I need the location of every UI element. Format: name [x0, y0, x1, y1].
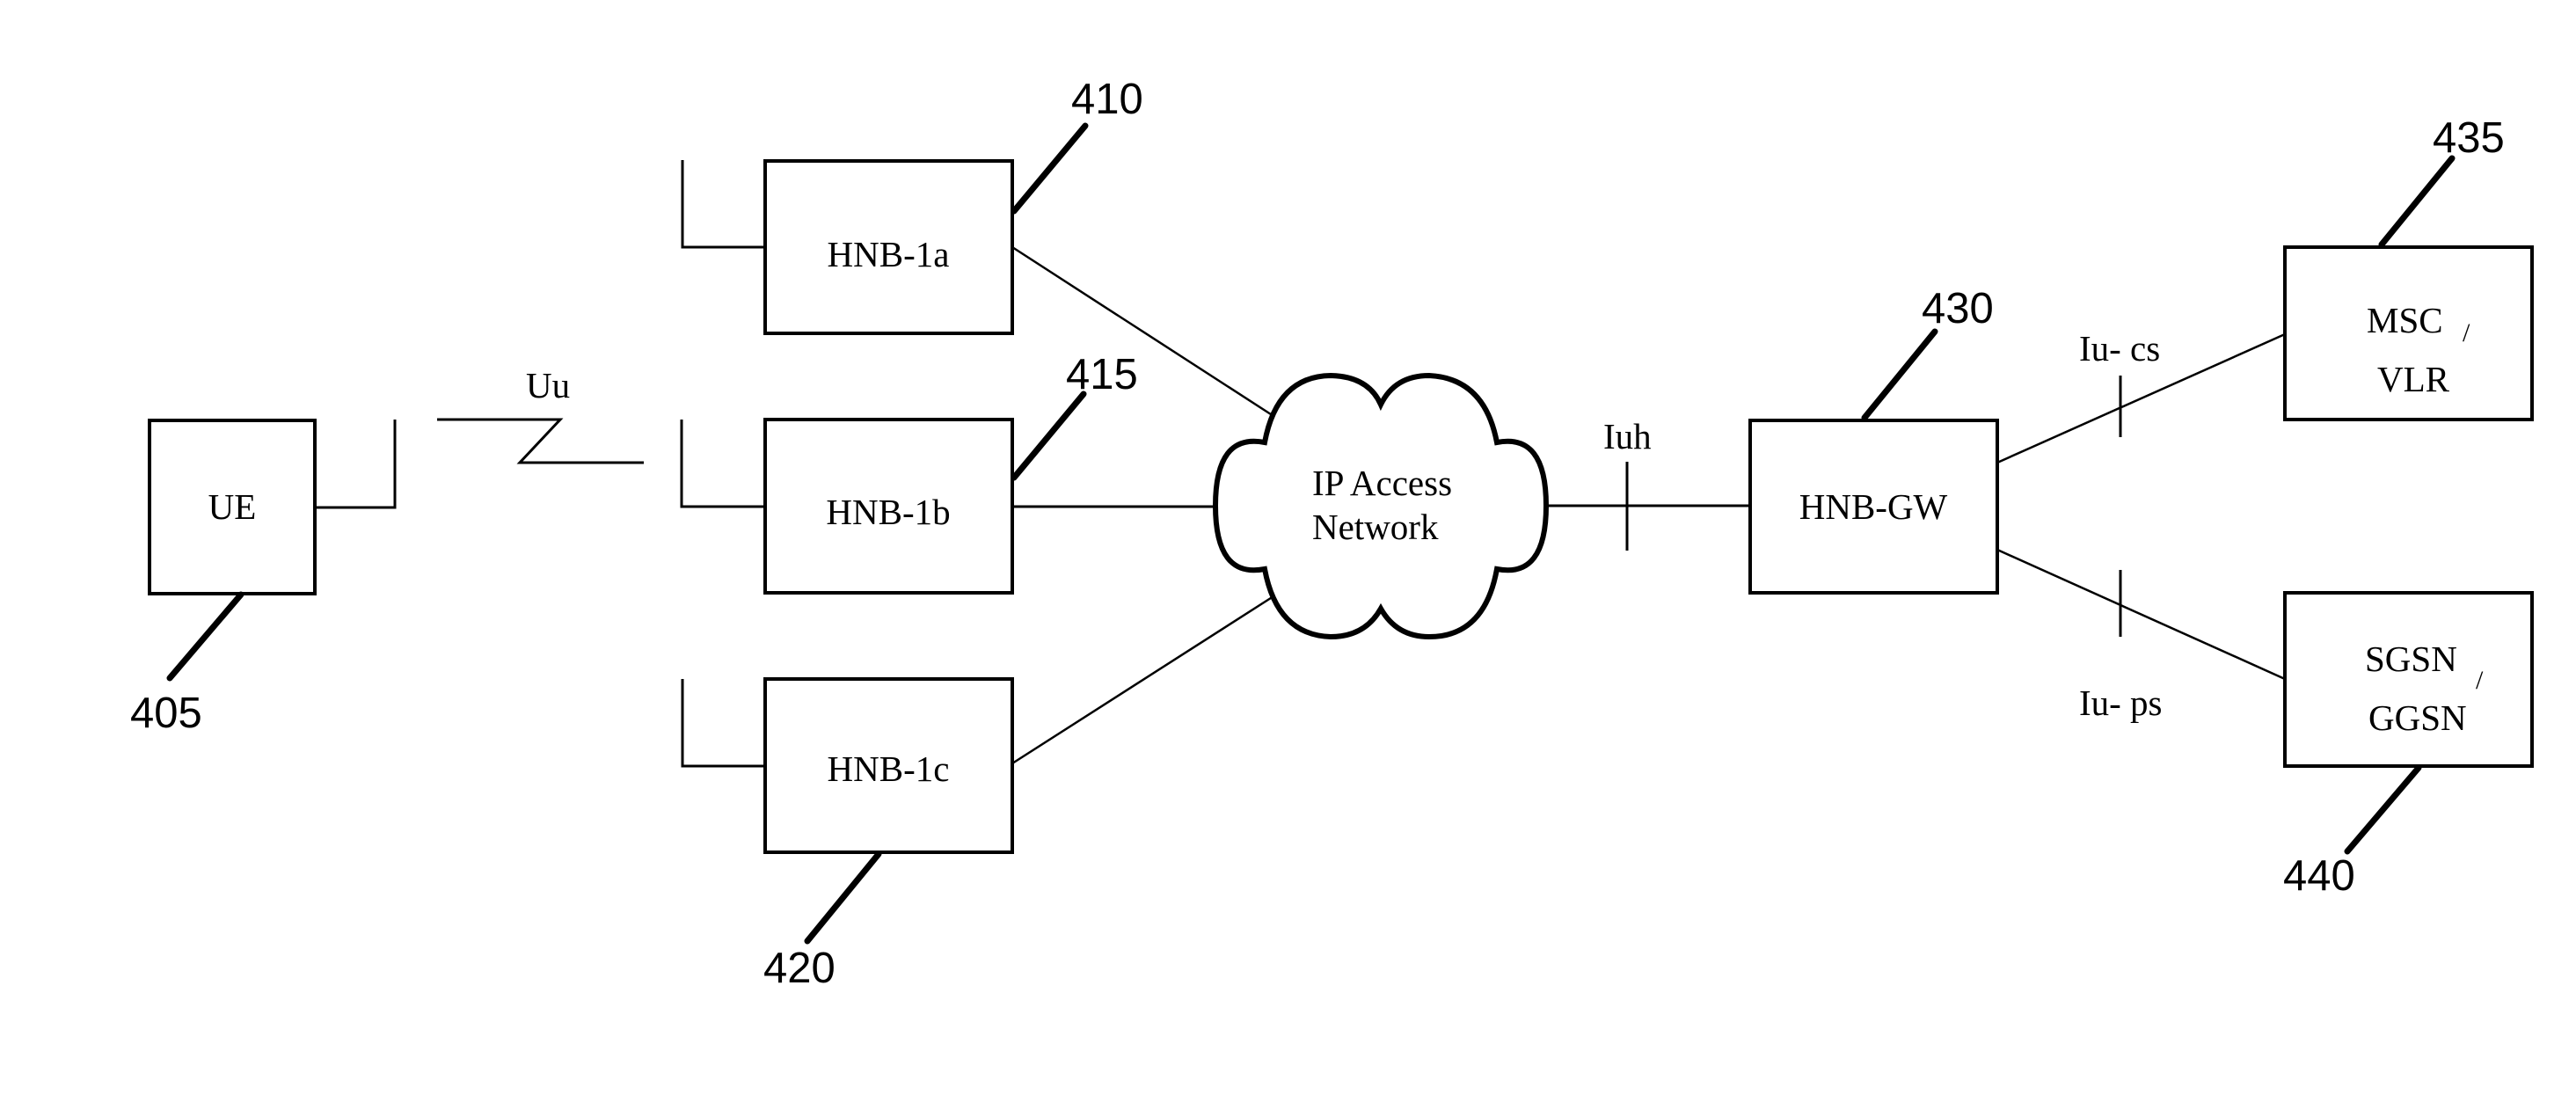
ue-ref-number: 405: [130, 690, 202, 737]
hnb-1c-node: HNB-1c 420: [681, 677, 1014, 992]
iu-ps-interface-label: Iu- ps: [2079, 683, 2163, 723]
msc-vlr-slash: /: [2463, 318, 2470, 347]
sgsn-ggsn-node: SGSN / GGSN 440: [2283, 591, 2534, 900]
link-hnb-gw-to-sgsn: [1996, 548, 2286, 681]
hnb-gw-ref-leader: [1861, 328, 1938, 421]
iu-cs-interface-label: Iu- cs: [2079, 328, 2160, 369]
network-architecture-diagram: UE 405 Uu HNB-1a 410 HNB-1b 415 HNB-1c 4…: [130, 76, 2534, 992]
hnb-1c-label: HNB-1c: [828, 748, 950, 789]
ip-access-network-node: IP Access Network: [1212, 372, 1550, 640]
ue-ref-leader: [166, 591, 244, 682]
hnb-1a-node: HNB-1a 410: [681, 76, 1143, 335]
hnb-1c-antenna: [681, 679, 765, 768]
sgsn-label: SGSN: [2365, 639, 2457, 679]
hnb-1c-ref-number: 420: [763, 945, 836, 992]
hnb-1c-ref-leader: [804, 850, 882, 945]
hnb-1b-antenna: [680, 420, 765, 508]
sgsn-ggsn-ref-leader: [2344, 764, 2422, 855]
ggsn-label: GGSN: [2368, 697, 2467, 738]
msc-vlr-ref-leader: [2378, 155, 2456, 248]
hnb-1b-node: HNB-1b 415: [680, 351, 1138, 595]
hnb-1b-ref-number: 415: [1066, 351, 1138, 398]
hnb-gw-ref-number: 430: [1922, 285, 1994, 332]
msc-vlr-node: MSC / VLR 435: [2283, 114, 2534, 421]
cloud-label-line1: IP Access: [1312, 463, 1452, 503]
hnb-1a-ref-number: 410: [1071, 76, 1143, 123]
hnb-1a-label: HNB-1a: [828, 234, 950, 274]
hnb-1a-ref-leader: [1011, 122, 1089, 215]
link-hnb-1a-to-cloud: [1011, 245, 1274, 418]
link-hnb-1c-to-cloud: [1011, 595, 1274, 765]
ue-label: UE: [208, 486, 257, 527]
msc-label: MSC: [2367, 300, 2443, 340]
ue-antenna: [315, 420, 397, 509]
uu-radio-link: Uu: [437, 365, 644, 464]
iuh-interface-label: Iuh: [1603, 416, 1652, 456]
ue-node: UE 405: [130, 419, 397, 737]
vlr-label: VLR: [2377, 359, 2450, 399]
hnb-1b-label: HNB-1b: [826, 492, 950, 532]
sgsn-ggsn-ref-number: 440: [2283, 852, 2355, 900]
hnb-1a-antenna: [681, 160, 765, 249]
sgsn-ggsn-box: [2283, 591, 2534, 768]
hnb-1b-ref-leader: [1011, 391, 1087, 481]
hnb-gw-label: HNB-GW: [1799, 486, 1948, 527]
hnb-gw-node: HNB-GW 430: [1748, 285, 1999, 595]
uu-interface-label: Uu: [526, 365, 570, 405]
uu-zigzag-icon: [437, 418, 644, 464]
cloud-label-line2: Network: [1312, 507, 1439, 547]
sgsn-ggsn-slash: /: [2476, 666, 2484, 695]
msc-vlr-ref-number: 435: [2433, 114, 2505, 162]
